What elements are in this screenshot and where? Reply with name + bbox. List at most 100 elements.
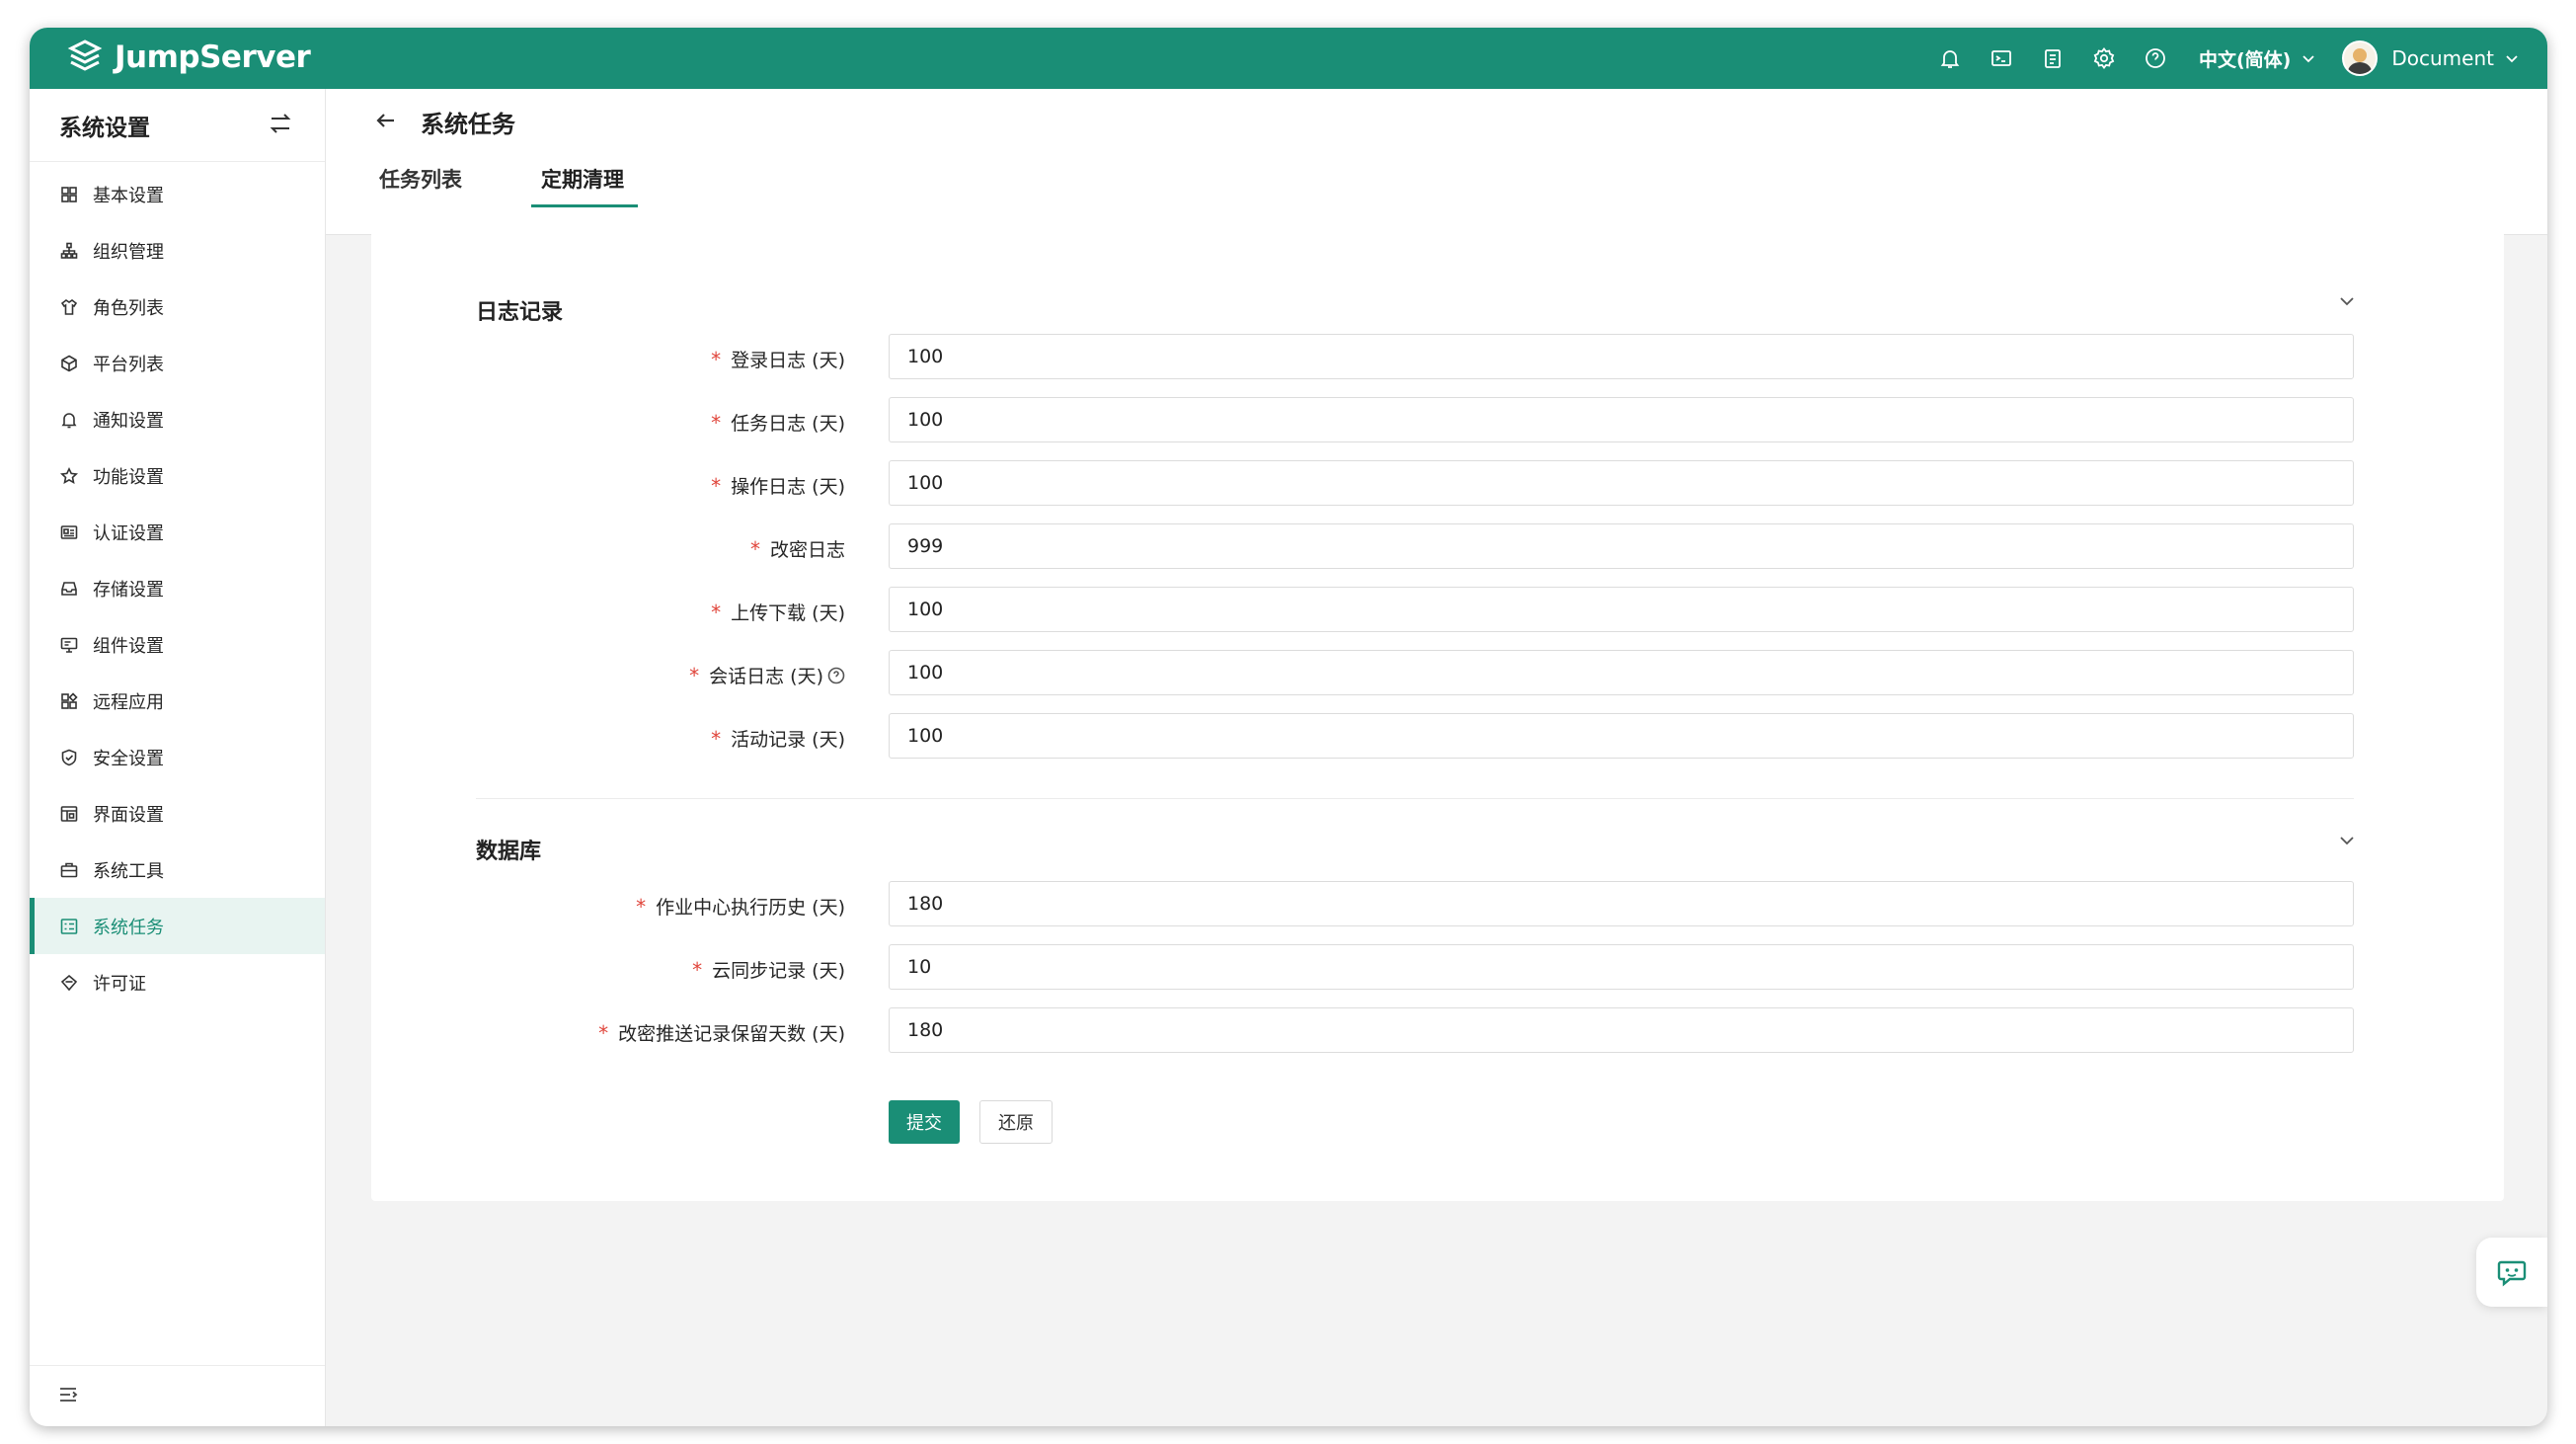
sidebar: 系统设置 基本设置 组织管理 角色列表 平台列表 通知设置 功能设置 认证设置 … (30, 89, 326, 1426)
field-label: * 任务日志 (天) (711, 410, 845, 436)
help-icon[interactable] (2143, 45, 2168, 71)
form-row-password-push: * 改密推送记录保留天数 (天) 180 (371, 1007, 2504, 1053)
terminal-icon[interactable] (1989, 45, 2014, 71)
brand-name: JumpServer (115, 40, 311, 75)
required-marker: * (711, 410, 722, 435)
session-log-days-input[interactable]: 100 (889, 650, 2354, 695)
sidebar-menu: 基本设置 组织管理 角色列表 平台列表 通知设置 功能设置 认证设置 存储设置 … (30, 162, 325, 1010)
cloud-sync-days-input[interactable]: 10 (889, 944, 2354, 990)
sidebar-item-storage[interactable]: 存储设置 (30, 560, 325, 616)
tab-bar: 任务列表 定期清理 (373, 158, 697, 207)
sidebar-item-system-tasks[interactable]: 系统任务 (30, 898, 325, 954)
sidebar-item-interface[interactable]: 界面设置 (30, 785, 325, 842)
chat-bot-icon (2497, 1260, 2527, 1287)
required-marker: * (711, 473, 722, 498)
sidebar-header: 系统设置 (30, 89, 325, 162)
field-label: * 改密日志 (749, 536, 845, 562)
apps-icon (59, 691, 79, 711)
form-row-activity-log: * 活动记录 (天) 100 (371, 713, 2504, 759)
sidebar-title: 系统设置 (59, 115, 150, 141)
form-row-job-history: * 作业中心执行历史 (天) 180 (371, 881, 2504, 926)
sidebar-item-platforms[interactable]: 平台列表 (30, 335, 325, 391)
field-label: * 上传下载 (天) (711, 600, 845, 625)
user-name: Document (2391, 46, 2494, 70)
clipboard-icon[interactable] (2040, 45, 2066, 71)
sidebar-item-label: 组织管理 (93, 241, 164, 263)
sidebar-item-label: 界面设置 (93, 804, 164, 826)
license-icon (59, 973, 79, 993)
page-title: 系统任务 (421, 111, 515, 138)
chevron-down-icon[interactable] (2336, 290, 2358, 312)
form-row-cloud-sync: * 云同步记录 (天) 10 (371, 944, 2504, 990)
monitor-icon (59, 635, 79, 655)
tab-periodic-cleanup[interactable]: 定期清理 (531, 158, 638, 207)
field-label: * 操作日志 (天) (711, 473, 845, 499)
language-selector[interactable]: 中文(简体) (2199, 45, 2316, 72)
sidebar-item-label: 平台列表 (93, 354, 164, 375)
sidebar-item-remote-apps[interactable]: 远程应用 (30, 673, 325, 729)
task-icon (59, 917, 79, 936)
sidebar-item-label: 系统工具 (93, 860, 164, 882)
page-header: 系统任务 任务列表 定期清理 (326, 89, 2547, 235)
operate-log-days-input[interactable]: 100 (889, 460, 2354, 506)
sidebar-item-basic[interactable]: 基本设置 (30, 166, 325, 222)
id-card-icon (59, 522, 79, 542)
back-arrow-icon[interactable] (373, 108, 399, 137)
required-marker: * (711, 347, 722, 371)
tab-task-list[interactable]: 任务列表 (373, 158, 470, 207)
sidebar-item-label: 许可证 (93, 973, 146, 995)
section-title-logs: 日志记录 (476, 300, 564, 325)
form-row-task-log: * 任务日志 (天) 100 (371, 397, 2504, 442)
star-icon (59, 466, 79, 486)
reset-button[interactable]: 还原 (979, 1100, 1053, 1144)
gear-icon[interactable] (2091, 45, 2117, 71)
chevron-down-icon (2303, 55, 2315, 63)
submit-button[interactable]: 提交 (889, 1100, 960, 1144)
job-history-days-input[interactable]: 180 (889, 881, 2354, 926)
logo[interactable]: JumpServer (65, 38, 311, 77)
required-marker: * (689, 663, 700, 687)
bell-icon[interactable] (1937, 45, 1963, 71)
task-log-days-input[interactable]: 100 (889, 397, 2354, 442)
settings-card: 日志记录 * 登录日志 (天) 100 * 任务日志 (天) 100 * 操作日志 (… (371, 231, 2504, 1201)
password-push-days-input[interactable]: 180 (889, 1007, 2354, 1053)
swap-view-icon[interactable] (268, 111, 293, 140)
sidebar-item-tools[interactable]: 系统工具 (30, 842, 325, 898)
sidebar-item-features[interactable]: 功能设置 (30, 447, 325, 504)
shield-icon (59, 748, 79, 767)
chat-assistant-button[interactable] (2476, 1238, 2547, 1307)
user-menu[interactable]: Document (2342, 40, 2520, 76)
login-log-days-input[interactable]: 100 (889, 334, 2354, 379)
cube-icon (59, 354, 79, 373)
toolbox-icon (59, 860, 79, 880)
form-row-operate-log: * 操作日志 (天) 100 (371, 460, 2504, 506)
sidebar-footer (30, 1365, 325, 1426)
required-marker: * (749, 536, 760, 561)
org-icon (59, 241, 79, 261)
sidebar-item-org[interactable]: 组织管理 (30, 222, 325, 279)
password-change-log-input[interactable]: 999 (889, 523, 2354, 569)
language-label: 中文(简体) (2199, 48, 2292, 71)
avatar (2342, 40, 2379, 76)
sidebar-item-security[interactable]: 安全设置 (30, 729, 325, 785)
sidebar-item-auth[interactable]: 认证设置 (30, 504, 325, 560)
required-marker: * (692, 957, 703, 982)
sidebar-item-components[interactable]: 组件设置 (30, 616, 325, 673)
app-window: JumpServer 中文(简体) Document 系统设置 基本设置 组织管… (30, 28, 2547, 1426)
sidebar-item-label: 安全设置 (93, 748, 164, 769)
sidebar-item-roles[interactable]: 角色列表 (30, 279, 325, 335)
ftp-log-days-input[interactable]: 100 (889, 587, 2354, 632)
form-row-session-log: * 会话日志 (天) 100 (371, 650, 2504, 695)
sidebar-item-label: 功能设置 (93, 466, 164, 488)
bell-icon (59, 410, 79, 430)
sidebar-item-license[interactable]: 许可证 (30, 954, 325, 1010)
help-circle-icon[interactable] (827, 667, 845, 684)
collapse-menu-icon[interactable] (57, 1384, 79, 1409)
chevron-down-icon[interactable] (2336, 830, 2358, 851)
layout-icon (59, 804, 79, 824)
form-row-ftp-log: * 上传下载 (天) 100 (371, 587, 2504, 632)
activity-log-days-input[interactable]: 100 (889, 713, 2354, 759)
sidebar-item-label: 基本设置 (93, 185, 164, 206)
sidebar-item-notifications[interactable]: 通知设置 (30, 391, 325, 447)
required-marker: * (711, 726, 722, 751)
